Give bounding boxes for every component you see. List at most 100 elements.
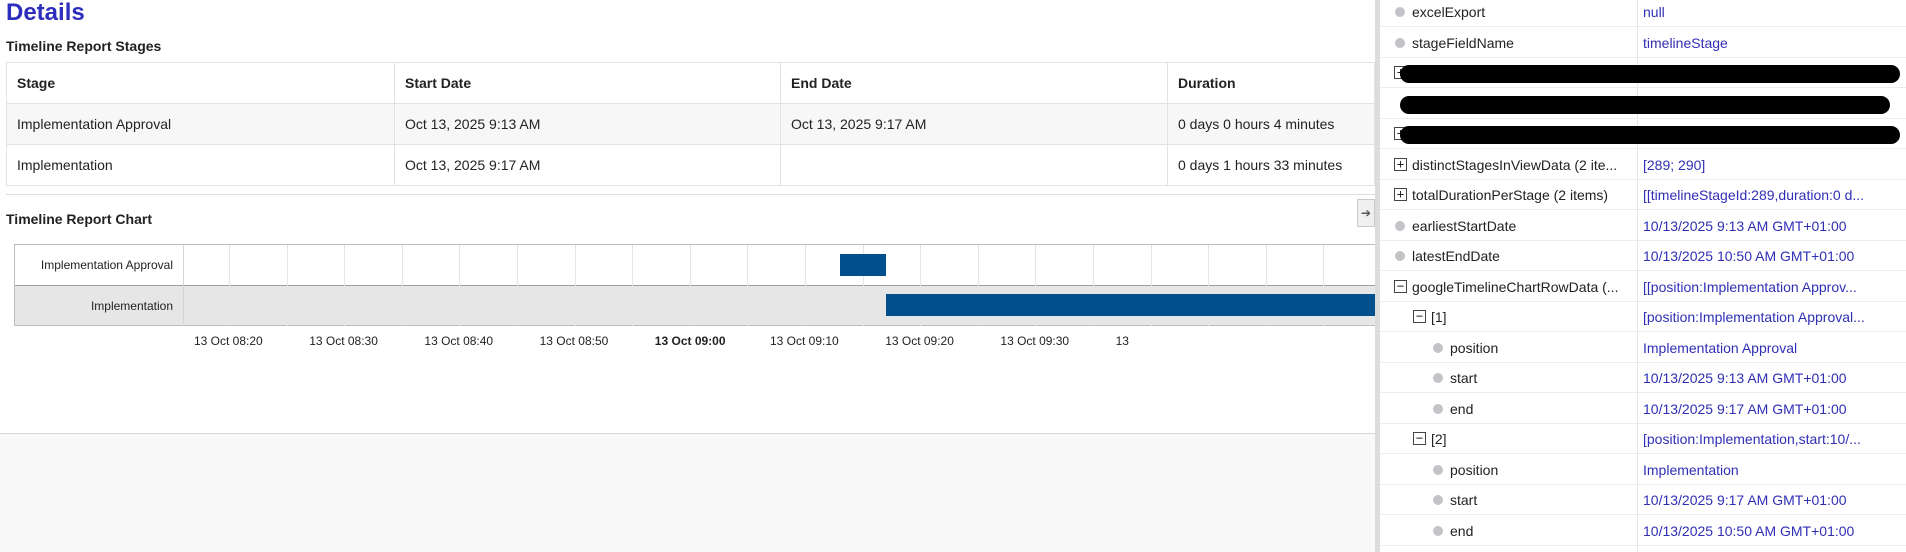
app-root: Details Timeline Report Stages Stage Sta… [0,0,1906,552]
x-tick-label: 13 [1115,334,1129,348]
label-column-separator [183,245,184,326]
cell-duration: 0 days 1 hours 33 minutes [1167,144,1375,186]
leaf-dot-icon [1395,220,1405,231]
variable-name: end [1450,522,1474,539]
page-title: Details [6,0,85,26]
x-tick-label: 13 Oct 08:40 [424,334,494,348]
variable-name: end [1450,400,1474,417]
chart-section-title: Timeline Report Chart [6,211,152,227]
cell-end-date: Oct 13, 2025 9:17 AM [780,103,1168,145]
leaf-dot-icon [1395,251,1405,261]
leaf-dot-icon [1433,403,1443,414]
debug-row[interactable]: start 10/13/2025 9:13 AM GMT+01:00 [1380,363,1906,393]
grid-line [689,245,691,326]
variable-value: 10/13/2025 10:50 AM GMT+01:00 [1643,248,1855,264]
leaf-dot-icon [1433,373,1443,383]
leaf-dot-icon [1433,495,1443,505]
grid-line [401,245,403,326]
debug-row[interactable]: − [1] [position:Implementation Approval... [1380,302,1906,332]
x-tick-label: 13 Oct 08:30 [309,334,378,348]
variable-value: 10/13/2025 9:13 AM GMT+01:00 [1643,217,1847,234]
debug-row[interactable]: latestEndDate 10/13/2025 10:50 AM GMT+01:… [1380,241,1906,271]
column-header-duration[interactable]: Duration [1167,62,1375,104]
debug-row[interactable]: stageFieldName timelineStage [1380,28,1906,58]
column-header-start-date[interactable]: Start Date [394,62,781,104]
debug-row[interactable]: position Implementation [1380,455,1906,485]
debug-row[interactable]: + [1380,58,1906,88]
debug-row[interactable]: + [1380,119,1906,149]
redacted-row [1400,65,1900,83]
x-tick-label: 13 Oct 09:20 [885,334,954,348]
variable-name: earliestStartDate [1412,217,1517,234]
column-header-stage[interactable]: Stage [6,62,395,104]
redacted-row [1400,95,1890,114]
variable-value: [position:Implementation Approval... [1643,309,1865,325]
details-panel: Details Timeline Report Stages Stage Sta… [0,0,1376,434]
table-row[interactable]: Implementation Approval Oct 13, 2025 9:1… [6,103,1375,145]
leaf-dot-icon [1395,7,1405,17]
variable-value: [[position:Implementation Approv... [1643,278,1857,295]
debug-row[interactable]: + totalDurationPerStage (2 items) [[timeli… [1380,180,1906,210]
debug-row[interactable]: − googleTimelineChartRowData (... [[positi… [1380,272,1906,302]
x-tick-label: 13 Oct 08:20 [194,334,263,348]
section-divider [6,194,1375,195]
cell-stage: Implementation Approval [6,103,395,145]
variable-value: 10/13/2025 9:17 AM GMT+01:00 [1643,400,1847,417]
grid-line [632,245,634,326]
stages-section-title: Timeline Report Stages [6,38,162,54]
chart-lane: Implementation Approval [15,245,1376,285]
timeline-bar[interactable] [839,254,886,276]
debug-variable-panel: excelExport null stageFieldName timelineSta… [1375,0,1906,552]
x-tick-label: 13 Oct 08:50 [539,334,609,348]
timeline-bar[interactable] [885,294,1376,316]
leaf-dot-icon [1433,525,1443,536]
stages-table: Stage Start Date End Date Duration Imple… [6,62,1375,186]
grid-line [517,245,518,326]
variable-value: 10/13/2025 10:50 AM GMT+01:00 [1643,522,1855,539]
variable-value: null [1643,4,1665,20]
arrow-right-icon[interactable]: ➔ [1357,199,1375,227]
collapse-icon[interactable]: − [1394,279,1407,293]
variable-name: excelExport [1412,4,1486,20]
cell-end-date [780,144,1168,186]
leaf-dot-icon [1395,37,1405,48]
variable-name: [2] [1431,431,1447,447]
x-tick-label: 13 Oct 09:10 [770,334,839,348]
debug-row[interactable]: end 10/13/2025 9:17 AM GMT+01:00 [1380,394,1906,424]
debug-row[interactable]: position Implementation Approval [1380,333,1906,363]
debug-row[interactable]: + distinctStagesInViewData (2 ite... [289;… [1380,150,1906,180]
variable-value: [289; 290] [1643,156,1706,173]
debug-row[interactable]: earliestStartDate 10/13/2025 9:13 AM GMT+… [1380,211,1906,241]
expand-icon[interactable]: + [1394,157,1407,171]
debug-row[interactable] [1380,89,1906,119]
variable-value: [[timelineStageId:289,duration:0 d... [1643,187,1865,203]
variable-value: Implementation [1643,461,1739,478]
debug-row[interactable]: end 10/13/2025 10:50 AM GMT+01:00 [1380,516,1906,546]
debug-row[interactable]: − [2] [position:Implementation,start:10/..… [1380,424,1906,454]
grid-line [805,245,806,326]
debug-row[interactable]: excelExport null [1380,0,1906,27]
cell-start-date: Oct 13, 2025 9:13 AM [394,103,781,145]
debug-row[interactable]: start 10/13/2025 9:17 AM GMT+01:00 [1380,485,1906,515]
variable-name: [1] [1431,309,1447,325]
x-tick-label: 13 Oct 09:00 [654,334,726,348]
cell-start-date: Oct 13, 2025 9:17 AM [394,144,781,186]
cell-stage: Implementation [6,144,395,186]
variable-name: stageFieldName [1412,34,1514,51]
timeline-chart: Implementation Approval Implementation 1… [14,244,1376,354]
variable-value: [position:Implementation,start:10/... [1643,431,1861,447]
grid-line [344,245,346,326]
chart-frame: Implementation Approval Implementation [14,244,1376,326]
collapse-icon[interactable]: − [1413,432,1426,445]
expand-icon[interactable]: + [1394,188,1407,201]
grid-line [286,245,288,326]
variable-name: googleTimelineChartRowData (... [1412,278,1619,295]
collapse-icon[interactable]: − [1413,310,1426,323]
variable-name: latestEndDate [1412,248,1500,264]
variable-value: Implementation Approval [1643,339,1798,356]
grid-line [229,245,230,326]
table-row[interactable]: Implementation Oct 13, 2025 9:17 AM 0 da… [6,144,1375,186]
leaf-dot-icon [1433,464,1443,475]
column-header-end-date[interactable]: End Date [780,62,1168,104]
cell-duration: 0 days 0 hours 4 minutes [1167,103,1375,145]
